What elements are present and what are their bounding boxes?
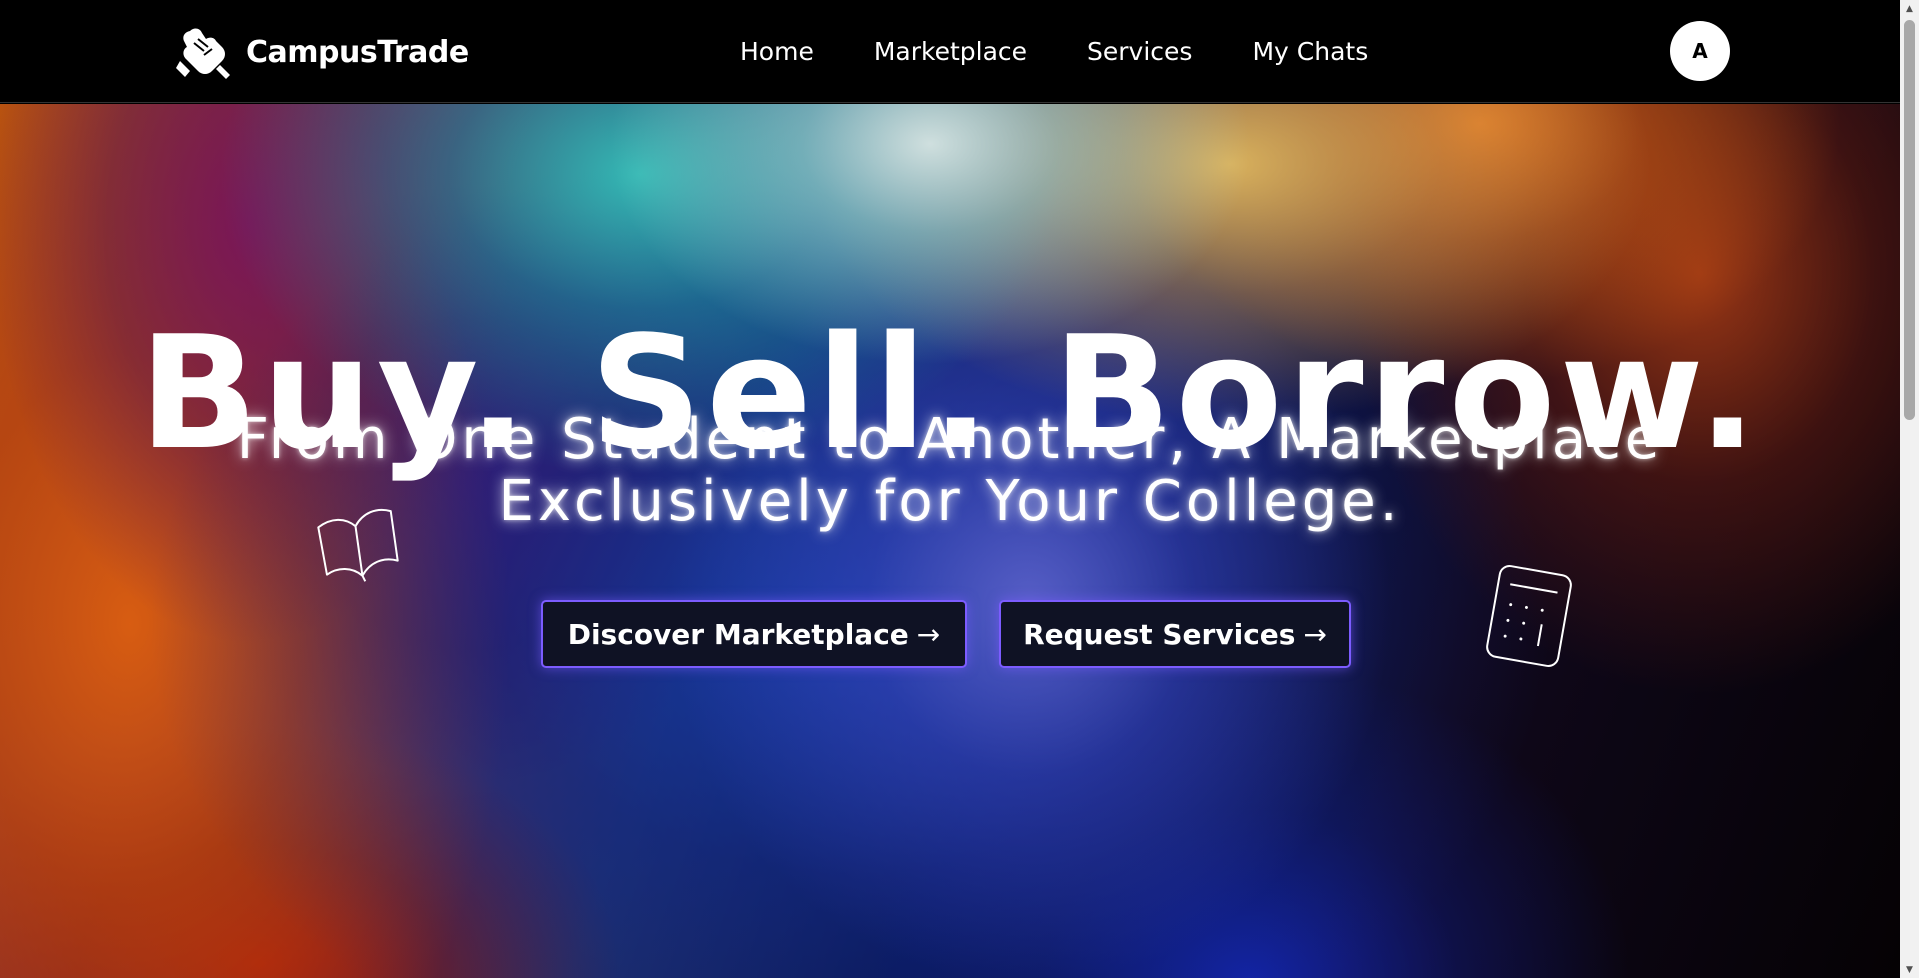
nav-link-marketplace[interactable]: Marketplace	[874, 37, 1027, 66]
request-services-label: Request Services	[1023, 617, 1296, 651]
nav-link-home[interactable]: Home	[740, 37, 814, 66]
scroll-up-icon[interactable]: ▲	[1900, 0, 1919, 17]
discover-marketplace-label: Discover Marketplace	[567, 617, 909, 651]
brand-name: CampusTrade	[246, 34, 469, 70]
nav-link-services[interactable]: Services	[1087, 37, 1192, 66]
hero-subtitle-line-1: From One Student to Another, A Marketpla…	[236, 407, 1664, 472]
brand[interactable]: CampusTrade	[176, 27, 469, 79]
main-nav: Home Marketplace Services My Chats	[740, 0, 1368, 103]
arrow-right-icon: →	[916, 617, 941, 651]
page-scrollbar[interactable]: ▲ ▼	[1900, 0, 1919, 978]
user-avatar[interactable]: A	[1670, 21, 1730, 81]
page: CampusTrade Home Marketplace Services My…	[0, 0, 1919, 978]
arrow-right-icon: →	[1303, 617, 1327, 651]
hero-section: Buy. Sell. Borrow. From One Student to A…	[0, 104, 1900, 978]
scroll-down-icon[interactable]: ▼	[1900, 961, 1919, 978]
nav-link-my-chats[interactable]: My Chats	[1252, 37, 1368, 66]
hero-subtitle-line-2: Exclusively for Your College.	[498, 469, 1402, 534]
scroll-thumb[interactable]	[1904, 20, 1915, 420]
handshake-icon	[176, 28, 230, 79]
discover-marketplace-button[interactable]: Discover Marketplace →	[541, 600, 967, 668]
hero-subtitle: From One Student to Another, A Marketpla…	[0, 409, 1900, 533]
request-services-button[interactable]: Request Services →	[999, 600, 1351, 668]
top-navbar: CampusTrade Home Marketplace Services My…	[0, 0, 1900, 103]
book-icon	[317, 508, 399, 582]
cta-row: Discover Marketplace → Request Services …	[0, 600, 1900, 668]
